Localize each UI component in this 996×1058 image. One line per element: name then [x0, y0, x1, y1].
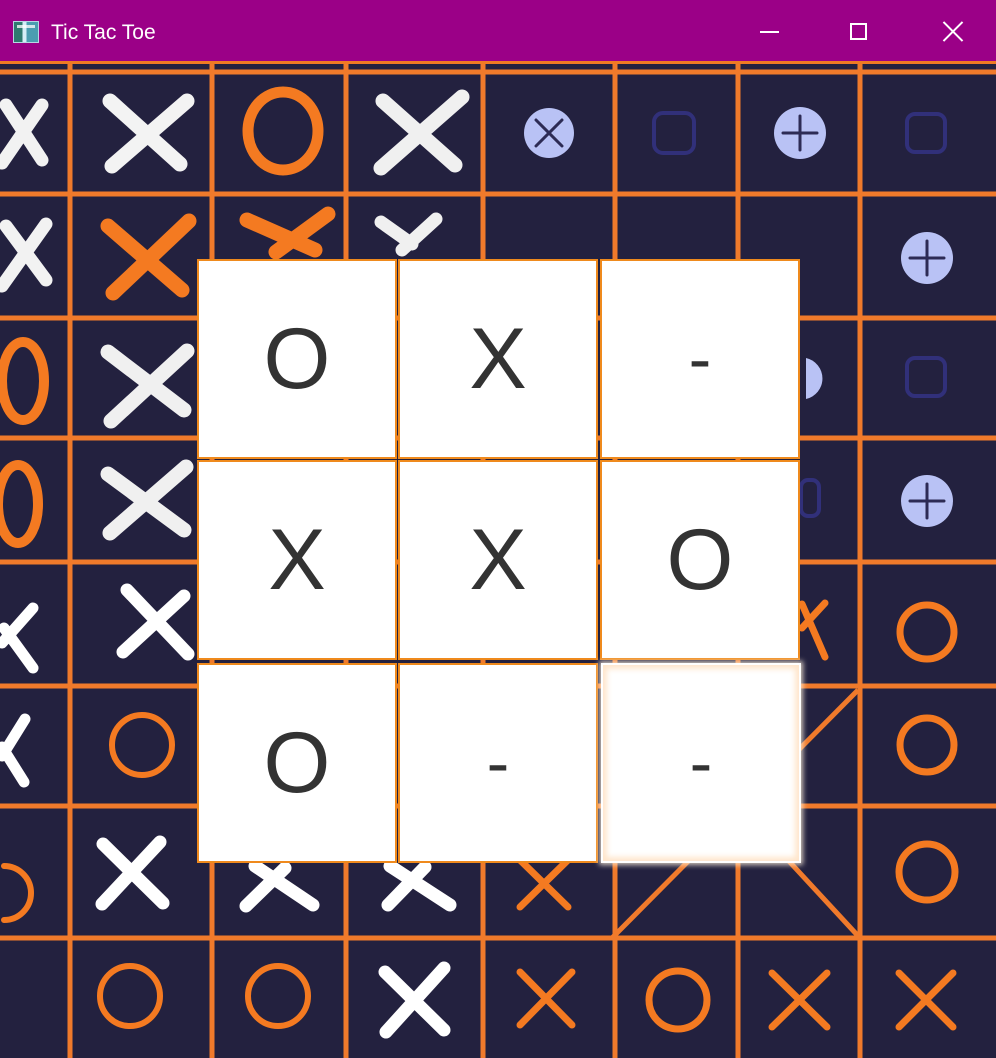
board-cell-2[interactable]: X — [398, 259, 598, 459]
tic-tac-toe-board: O X - X X O O - - — [197, 259, 801, 863]
maximize-button[interactable] — [836, 11, 882, 53]
tic-tac-toe-window: Tic Tac Toe O X - X X O O - - — [0, 0, 996, 1058]
board-cell-3[interactable]: - — [600, 259, 800, 459]
board-cell-4[interactable]: X — [197, 460, 397, 660]
maximize-icon — [850, 23, 867, 40]
close-button[interactable] — [929, 11, 975, 53]
board-cell-7[interactable]: O — [197, 663, 397, 863]
board-cell-8[interactable]: - — [398, 663, 598, 863]
board-cell-6[interactable]: O — [600, 460, 800, 660]
title-bar[interactable]: Tic Tac Toe — [0, 0, 996, 64]
close-icon — [941, 19, 965, 43]
window-title: Tic Tac Toe — [51, 21, 156, 44]
board-cell-5[interactable]: X — [398, 460, 598, 660]
board-cell-1[interactable]: O — [197, 259, 397, 459]
minimize-button[interactable] — [745, 11, 791, 53]
app-icon — [13, 21, 39, 43]
minimize-icon — [760, 31, 779, 33]
board-cell-9[interactable]: - — [601, 663, 801, 863]
